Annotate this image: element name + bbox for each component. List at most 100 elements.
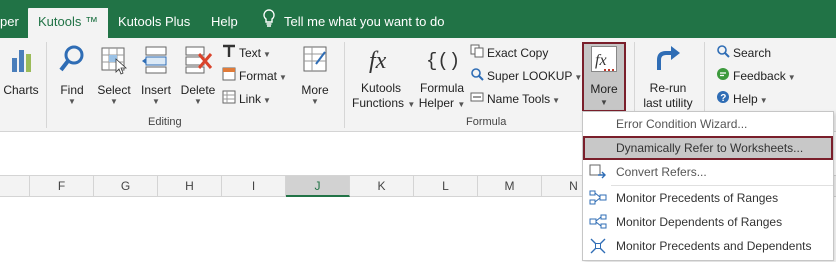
- column-header-selected[interactable]: J: [286, 176, 350, 197]
- tell-me-search[interactable]: Tell me what you want to do: [262, 8, 444, 38]
- chevron-down-icon: ▼: [552, 96, 561, 105]
- column-header[interactable]: I: [222, 176, 286, 197]
- charts-button[interactable]: Charts: [2, 42, 40, 98]
- text-label: Text: [239, 46, 262, 60]
- tab-kutools[interactable]: Kutools ™: [28, 8, 108, 38]
- super-lookup-button[interactable]: Super LOOKUP ▼: [470, 65, 582, 87]
- group-separator: [344, 42, 345, 128]
- menu-item-monitor-precedents-and-dependents[interactable]: Monitor Precedents and Dependents: [583, 234, 833, 258]
- menu-item-error-condition-wizard[interactable]: Error Condition Wizard...: [583, 112, 833, 136]
- column-header-partial[interactable]: [0, 176, 30, 197]
- link-label: Link: [239, 92, 262, 106]
- editing-more-button[interactable]: More ▼: [296, 42, 334, 106]
- svg-text:fx: fx: [595, 52, 607, 69]
- name-tools-button[interactable]: Name Tools ▼: [470, 88, 560, 110]
- super-lookup-label: Super LOOKUP: [487, 69, 573, 83]
- menu-item-label: Monitor Dependents of Ranges: [616, 215, 783, 229]
- delete-button[interactable]: Delete ▼: [180, 42, 216, 106]
- rerun-label-2: last utility: [643, 96, 693, 110]
- delete-icon: [180, 42, 216, 76]
- svg-text:?: ?: [720, 93, 726, 104]
- menu-item-label: Error Condition Wizard...: [616, 117, 748, 131]
- column-header[interactable]: H: [158, 176, 222, 197]
- tab-developer-partial[interactable]: per: [0, 8, 19, 38]
- menu-item-convert-refers[interactable]: Convert Refers...: [583, 160, 833, 184]
- select-button[interactable]: Select ▼: [96, 42, 132, 106]
- formula-more-label: More: [590, 82, 618, 96]
- precedents-dependents-icon: [589, 237, 607, 262]
- insert-icon: [138, 42, 174, 76]
- formula-more-menu: Error Condition Wizard... Dynamically Re…: [582, 111, 834, 261]
- formula-helper-button[interactable]: {()} Formula Helper ▼: [414, 42, 472, 112]
- text-button[interactable]: Text ▼: [222, 42, 271, 64]
- chevron-down-icon: ▼: [152, 97, 160, 106]
- editing-more-label: More: [301, 83, 329, 97]
- kutools-functions-button[interactable]: fx Kutools Functions ▼: [352, 42, 416, 112]
- more-table-icon: [296, 42, 334, 76]
- insert-label: Insert: [140, 83, 171, 97]
- format-icon: [222, 66, 236, 88]
- fx-more-icon: fx: [591, 46, 617, 72]
- select-range-icon: [96, 42, 132, 76]
- column-header[interactable]: M: [478, 176, 542, 197]
- chevron-down-icon: ▼: [759, 96, 768, 105]
- ribbon-tab-bar: per Kutools ™ Kutools Plus Help Tell me …: [0, 0, 836, 38]
- link-icon: [222, 89, 236, 111]
- chevron-down-icon: ▼: [279, 73, 287, 82]
- search-button[interactable]: Search: [716, 42, 771, 64]
- name-tools-label: Name Tools: [487, 92, 551, 106]
- menu-item-label: Monitor Precedents and Dependents: [616, 239, 812, 253]
- help-button[interactable]: ? Help ▼: [716, 88, 768, 110]
- menu-item-label: Dynamically Refer to Worksheets...: [616, 141, 804, 155]
- chevron-down-icon: ▼: [311, 97, 319, 106]
- text-icon: [222, 43, 236, 65]
- search-label: Search: [733, 46, 772, 60]
- formula-helper-label-1: Formula: [419, 81, 464, 95]
- charts-label: Charts: [3, 83, 39, 97]
- select-label: Select: [97, 83, 131, 97]
- chevron-down-icon: ▼: [263, 50, 271, 59]
- kutools-functions-label-2: Functions ▼: [352, 96, 416, 110]
- fx-icon: fx: [352, 42, 410, 76]
- format-button[interactable]: Format ▼: [222, 65, 287, 87]
- column-header[interactable]: G: [94, 176, 158, 197]
- find-button[interactable]: Find ▼: [56, 42, 88, 106]
- rerun-last-utility-button[interactable]: Re-run last utility: [640, 42, 696, 110]
- chevron-down-icon: ▼: [263, 96, 271, 105]
- help-icon: ?: [716, 89, 730, 111]
- magnifier-icon: [56, 42, 88, 76]
- insert-button[interactable]: Insert ▼: [138, 42, 174, 106]
- menu-item-label: Convert Refers...: [616, 165, 707, 179]
- menu-item-label: Monitor Precedents of Ranges: [616, 191, 779, 205]
- menu-item-dynamically-refer-to-worksheets[interactable]: Dynamically Refer to Worksheets...: [583, 136, 833, 160]
- link-button[interactable]: Link ▼: [222, 88, 271, 110]
- exact-copy-button[interactable]: Exact Copy: [470, 42, 548, 64]
- lookup-icon: [470, 66, 484, 88]
- rerun-arrow-icon: [640, 42, 696, 76]
- name-tools-icon: [470, 89, 484, 111]
- tab-help[interactable]: Help: [211, 8, 238, 38]
- chevron-down-icon: ▼: [787, 73, 796, 82]
- feedback-button[interactable]: Feedback ▼: [716, 65, 796, 87]
- menu-item-monitor-precedents[interactable]: Monitor Precedents of Ranges: [583, 186, 833, 210]
- chevron-down-icon: ▼: [600, 98, 608, 107]
- tab-kutools-plus[interactable]: Kutools Plus: [118, 8, 190, 38]
- column-header[interactable]: K: [350, 176, 414, 197]
- help-label: Help: [733, 92, 758, 106]
- column-header[interactable]: F: [30, 176, 94, 197]
- editing-group-label: Editing: [148, 116, 182, 128]
- charts-icon: [2, 42, 40, 76]
- formula-braces-icon: {()}: [414, 42, 472, 76]
- kutools-functions-label-1: Kutools: [360, 81, 402, 95]
- formula-group-label: Formula: [466, 116, 507, 128]
- rerun-label-1: Re-run: [649, 81, 687, 95]
- column-header[interactable]: L: [414, 176, 478, 197]
- chevron-down-icon: ▼: [110, 97, 118, 106]
- feedback-icon: [716, 66, 730, 88]
- formula-more-button[interactable]: fx More ▼: [582, 42, 626, 112]
- menu-item-monitor-dependents[interactable]: Monitor Dependents of Ranges: [583, 210, 833, 234]
- delete-label: Delete: [180, 83, 216, 97]
- group-separator: [46, 42, 47, 128]
- exact-copy-label: Exact Copy: [487, 46, 549, 60]
- lightbulb-icon: [262, 8, 276, 37]
